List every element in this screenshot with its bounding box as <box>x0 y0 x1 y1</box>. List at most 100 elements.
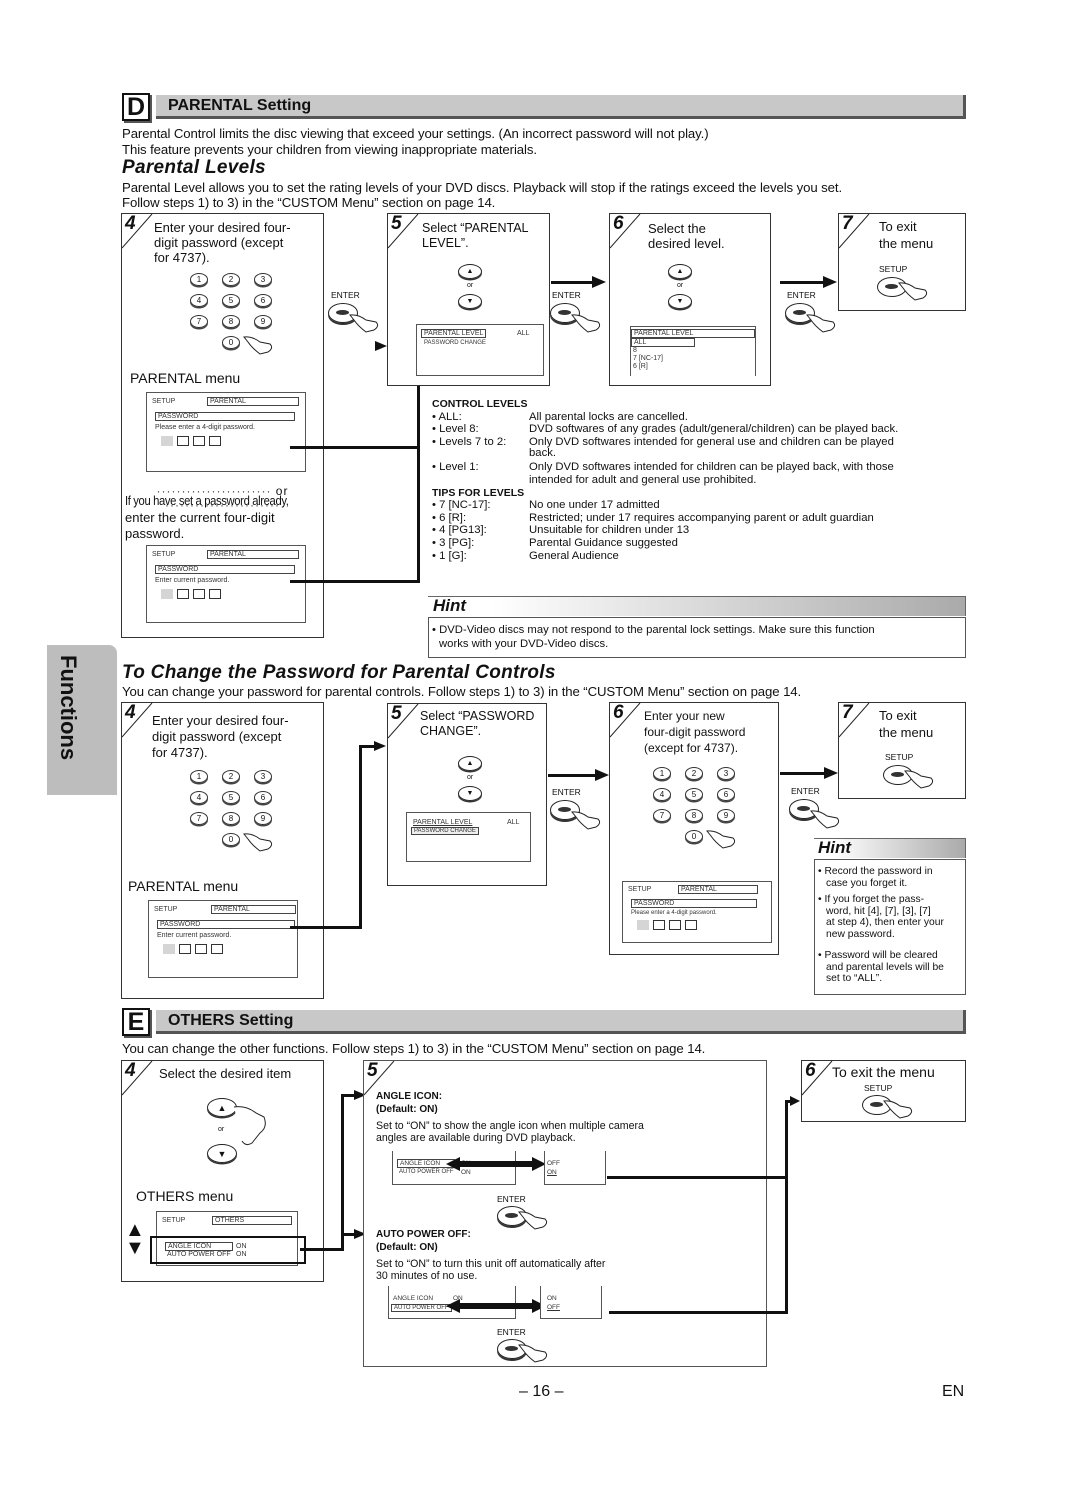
key-4[interactable]: 4 <box>190 791 208 804</box>
key-2[interactable]: 2 <box>685 767 703 780</box>
key-6[interactable]: 6 <box>254 791 272 804</box>
enter-label: ENTER <box>552 290 581 300</box>
key-6[interactable]: 6 <box>254 294 272 307</box>
cp-step-7-text-2: the menu <box>879 725 934 740</box>
alt-text-1: If you have set a password already, <box>125 494 289 508</box>
pointing-hand-icon <box>571 314 601 333</box>
step-6-panel: 6 Select the desired level. ▲ or ▼ PAREN… <box>609 213 771 386</box>
screen-title: PASSWORD <box>155 412 295 421</box>
step-5-panel: 5 Select “PARENTAL LEVEL”. ▲ or ▼ PARENT… <box>387 213 550 386</box>
screen-prompt: Enter current password. <box>155 577 230 584</box>
password-digit-boxes <box>161 436 221 446</box>
level-desc: All parental locks are cancelled. <box>529 410 688 423</box>
connector-line <box>341 1094 355 1097</box>
step-7-text-2: the menu <box>879 236 934 251</box>
arrow-head-icon <box>824 767 838 779</box>
key-8[interactable]: 8 <box>685 809 703 822</box>
key-5[interactable]: 5 <box>222 294 240 307</box>
parental-level-screen: PARENTAL LEVEL ALL 8 7 [NC-17] 6 [R] <box>630 326 756 376</box>
step-number: 7 <box>842 702 853 723</box>
screen-setup-label: SETUP <box>152 551 176 558</box>
key-8[interactable]: 8 <box>222 812 240 825</box>
control-levels-block: CONTROL LEVELS • ALL: All parental locks … <box>432 398 967 562</box>
key-1[interactable]: 1 <box>190 770 208 783</box>
setup-menu-screen: PARENTAL LEVEL ALL PASSWORD CHANGE <box>406 812 531 862</box>
section-d-header: D PARENTAL Setting <box>122 92 966 122</box>
tip-desc: No one under 17 admitted <box>529 499 660 512</box>
key-9[interactable]: 9 <box>717 809 735 822</box>
angle-icon-title: ANGLE ICON: <box>376 1091 443 1102</box>
key-4[interactable]: 4 <box>653 788 671 801</box>
screen-title: PASSWORD <box>631 899 757 908</box>
key-7[interactable]: 7 <box>190 812 208 825</box>
key-2[interactable]: 2 <box>222 770 240 783</box>
cp-step-4-text-2: digit password (except <box>152 729 282 744</box>
key-2[interactable]: 2 <box>222 273 240 286</box>
up-down-arrows-icon: ▲ ▼ <box>125 1219 145 1259</box>
step-number: 4 <box>125 702 136 723</box>
pointing-hand-icon <box>349 314 379 333</box>
hint-item: • Record the password in case you forget… <box>818 866 933 889</box>
key-8[interactable]: 8 <box>222 315 240 328</box>
tips-heading: TIPS FOR LEVELS <box>432 486 525 499</box>
level-key: • Levels 7 to 2: <box>432 435 507 448</box>
key-4[interactable]: 4 <box>190 294 208 307</box>
key-3[interactable]: 3 <box>254 770 272 783</box>
connector-line <box>300 1248 344 1251</box>
control-level-row-cont: back. <box>432 448 967 459</box>
key-3[interactable]: 3 <box>717 767 735 780</box>
connector-line <box>341 1094 344 1251</box>
language-code: EN <box>942 1383 965 1400</box>
up-button[interactable]: ▲ <box>458 264 482 279</box>
connector-line <box>359 745 375 748</box>
up-button[interactable]: ▲ <box>668 264 692 279</box>
menu-item-auto-power-off: AUTO POWER OFF <box>391 1304 452 1312</box>
connector-line <box>548 774 596 777</box>
cp-step-4-text-1: Enter your desired four- <box>152 713 289 728</box>
screen-setup-label: SETUP <box>154 906 178 913</box>
tip-desc: Restricted; under 17 requires accompanyi… <box>529 511 874 524</box>
hint-box: • DVD-Video discs may not respond to the… <box>428 617 966 658</box>
key-9[interactable]: 9 <box>254 315 272 328</box>
cp-step-5-text-2: CHANGE”. <box>420 724 482 738</box>
up-button[interactable]: ▲ <box>458 756 482 771</box>
angle-icon-desc-1: Set to “ON” to show the angle icon when … <box>376 1120 644 1132</box>
parental-menu-label: PARENTAL menu <box>130 370 241 386</box>
key-5[interactable]: 5 <box>222 791 240 804</box>
key-3[interactable]: 3 <box>254 273 272 286</box>
screen-prompt: Please enter a 4-digit password. <box>631 910 717 916</box>
down-button[interactable]: ▼ <box>668 294 692 309</box>
others-step-6-panel: 6 To exit the menu SETUP <box>801 1060 966 1122</box>
key-1[interactable]: 1 <box>190 273 208 286</box>
screen-tab-label: PARENTAL <box>211 905 296 914</box>
tip-desc: Parental Guidance suggested <box>529 536 678 549</box>
password-digit-boxes <box>163 944 223 954</box>
others-step-5-panel: 5 ANGLE ICON: (Default: ON) Set to “ON” … <box>363 1060 767 1367</box>
key-7[interactable]: 7 <box>190 315 208 328</box>
key-1[interactable]: 1 <box>653 767 671 780</box>
section-title: OTHERS Setting <box>156 1010 966 1034</box>
option-value: ON <box>547 1169 557 1176</box>
others-step-4-panel: 4 Select the desired item ▲ or ▼ OTHERS … <box>121 1060 324 1282</box>
down-button[interactable]: ▼ <box>458 786 482 801</box>
connector-line <box>780 281 824 284</box>
down-button[interactable]: ▼ <box>458 294 482 309</box>
angle-icon-default: (Default: ON) <box>376 1104 438 1115</box>
key-7[interactable]: 7 <box>653 809 671 822</box>
hint-text-1: • DVD-Video discs may not respond to the… <box>432 624 875 636</box>
connector-line <box>290 926 362 929</box>
step-number: 5 <box>391 703 402 724</box>
step-5-text-2: LEVEL”. <box>422 236 469 250</box>
key-6[interactable]: 6 <box>717 788 735 801</box>
key-0[interactable]: 0 <box>222 336 240 349</box>
hint-line: set to “ALL”. <box>826 973 883 984</box>
connector-line <box>785 1100 788 1314</box>
step-4-panel: 4 Enter your desired four- digit passwor… <box>121 213 324 638</box>
key-0[interactable]: 0 <box>685 830 703 843</box>
auto-power-off-desc-1: Set to “ON” to turn this unit off automa… <box>376 1258 606 1270</box>
angle-icon-screen-after: OFF ON <box>544 1151 606 1185</box>
key-9[interactable]: 9 <box>254 812 272 825</box>
key-5[interactable]: 5 <box>685 788 703 801</box>
key-0[interactable]: 0 <box>222 833 240 846</box>
parental-levels-heading: Parental Levels <box>122 157 266 178</box>
